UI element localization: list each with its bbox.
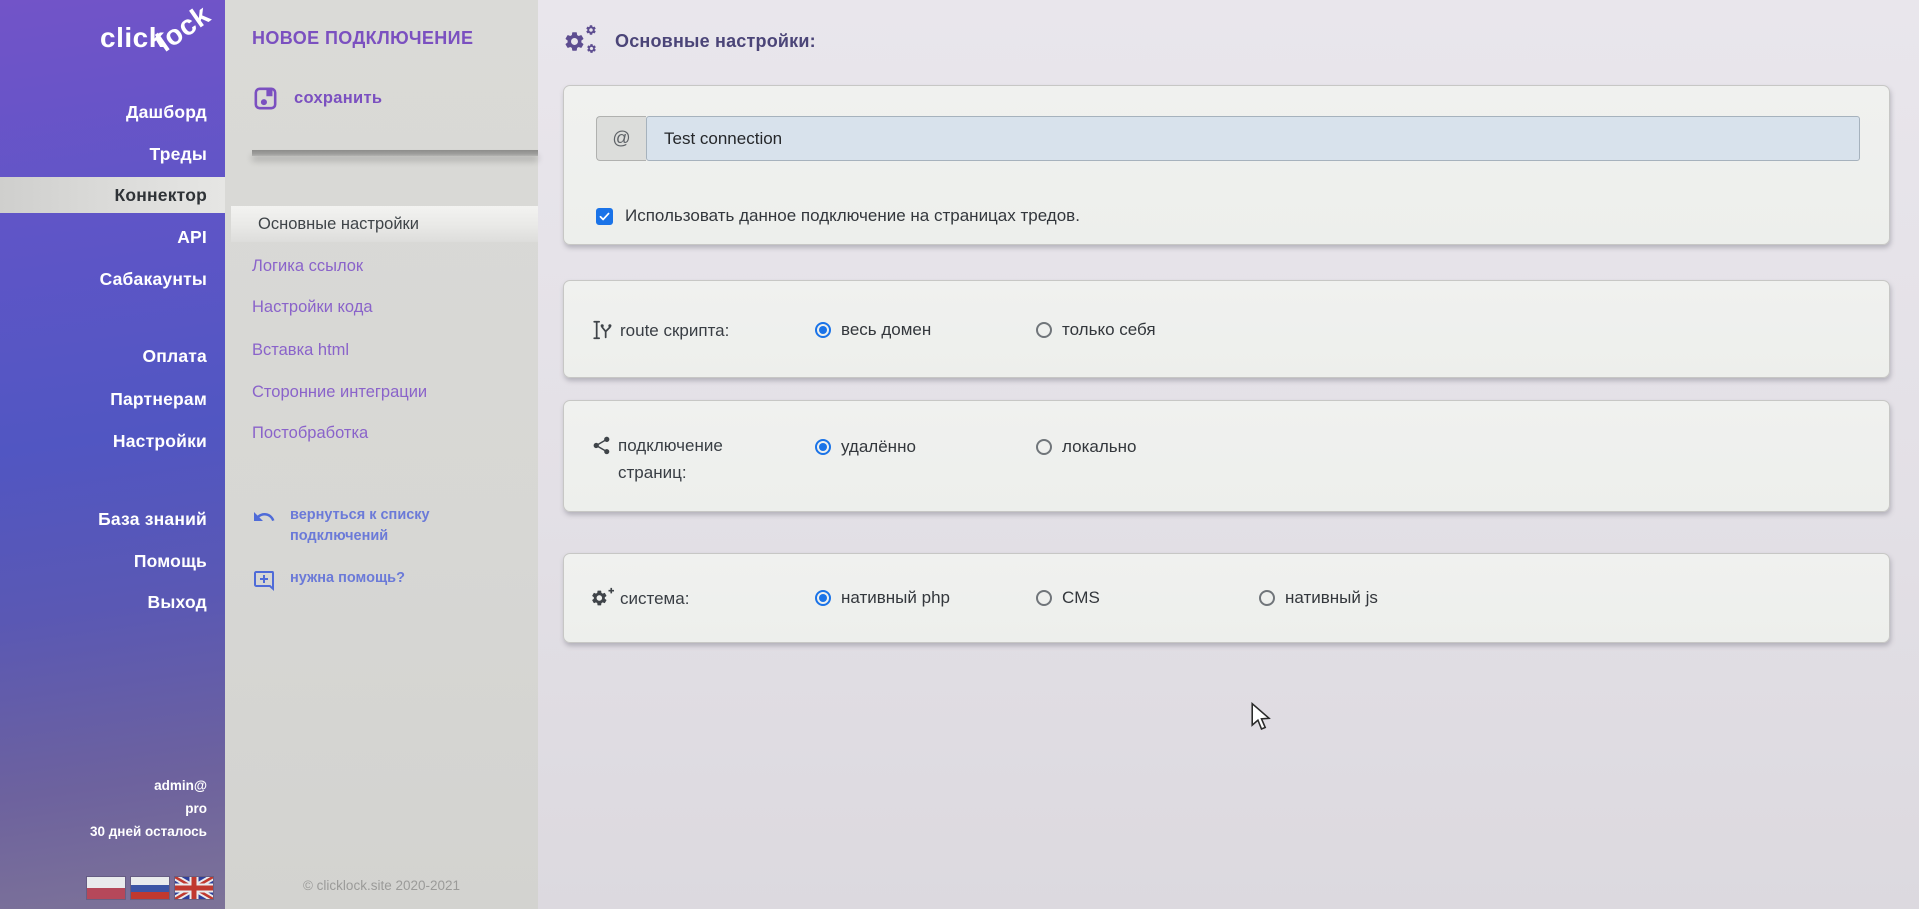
system-label: система: xyxy=(620,589,689,609)
flag-uk-icon[interactable] xyxy=(175,877,213,899)
main-content: Основные настройки: @ Использовать данно… xyxy=(538,0,1919,909)
page-connection-card: подключение страниц: удалённо локально xyxy=(563,400,1890,512)
use-on-threads-row: Использовать данное подключение на стран… xyxy=(596,206,1080,226)
account-days-left: 30 дней осталось xyxy=(90,820,207,843)
page-connection-label: подключение страниц: xyxy=(618,432,753,486)
share-icon xyxy=(591,435,612,456)
language-switcher xyxy=(87,877,213,899)
panel-tab-link-logic[interactable]: Логика ссылок xyxy=(225,248,538,284)
sidebar-item-partners[interactable]: Партнерам xyxy=(0,381,225,417)
gears-icon xyxy=(563,24,599,58)
panel-tab-third-party-integrations[interactable]: Сторонние интеграции xyxy=(225,374,538,410)
section-header: Основные настройки: xyxy=(563,24,816,58)
radio-local[interactable]: локально xyxy=(1036,437,1136,457)
save-button-label: сохранить xyxy=(294,89,382,108)
sidebar-item-dashboard[interactable]: Дашборд xyxy=(0,94,225,130)
account-info: admin@ pro 30 дней осталось xyxy=(90,774,207,843)
undo-arrow-icon xyxy=(252,505,276,529)
radio-native-php[interactable]: нативный php xyxy=(815,588,950,608)
radio-native-js[interactable]: нативный js xyxy=(1259,588,1378,608)
mouse-cursor xyxy=(1250,702,1271,732)
sidebar-item-api[interactable]: API xyxy=(0,219,225,255)
connection-panel: НОВОЕ ПОДКЛЮЧЕНИЕ сохранить Основные нас… xyxy=(225,0,538,909)
account-plan: pro xyxy=(90,797,207,820)
sidebar-item-payment[interactable]: Оплата xyxy=(0,338,225,374)
sidebar-item-connector[interactable]: Коннектор xyxy=(0,177,225,213)
connection-name-input[interactable] xyxy=(646,116,1860,161)
script-route-card: route скрипта: весь домен только себя xyxy=(563,280,1890,378)
save-button[interactable]: сохранить xyxy=(252,85,382,112)
gear-icon xyxy=(590,587,616,609)
radio-icon xyxy=(1036,439,1052,455)
panel-tab-postprocessing[interactable]: Постобработка xyxy=(225,415,538,451)
radio-icon xyxy=(1036,322,1052,338)
check-icon xyxy=(598,210,611,223)
radio-cms[interactable]: CMS xyxy=(1036,588,1100,608)
connection-name-group: @ xyxy=(596,116,1860,161)
section-title: Основные настройки: xyxy=(615,31,816,52)
radio-icon xyxy=(815,322,831,338)
help-link-label: нужна помощь? xyxy=(290,568,502,592)
sidebar-item-subaccounts[interactable]: Сабакаунты xyxy=(0,261,225,297)
route-icon xyxy=(591,319,613,341)
connection-name-card: @ Использовать данное подключение на стр… xyxy=(563,85,1890,245)
radio-icon xyxy=(815,439,831,455)
clicklock-app: clicklock Дашборд Треды Коннектор API Са… xyxy=(0,0,1919,909)
sidebar-item-settings[interactable]: Настройки xyxy=(0,423,225,459)
back-link-label: вернуться к списку подключений xyxy=(290,505,502,547)
back-to-connections-link[interactable]: вернуться к списку подключений xyxy=(252,505,502,547)
radio-icon xyxy=(1259,590,1275,606)
panel-tab-basic-settings[interactable]: Основные настройки xyxy=(231,206,538,242)
sidebar-item-threads[interactable]: Треды xyxy=(0,136,225,172)
flag-russia-icon[interactable] xyxy=(131,877,169,899)
account-email: admin@ xyxy=(90,774,207,797)
comment-plus-icon xyxy=(252,568,276,592)
need-help-link[interactable]: нужна помощь? xyxy=(252,568,502,592)
sidebar: clicklock Дашборд Треды Коннектор API Са… xyxy=(0,0,225,909)
script-route-label: route скрипта: xyxy=(620,321,729,341)
sidebar-item-help[interactable]: Помощь xyxy=(0,543,225,579)
radio-icon xyxy=(815,590,831,606)
radio-only-self[interactable]: только себя xyxy=(1036,320,1156,340)
flag-poland-icon[interactable] xyxy=(87,877,125,899)
copyright: © clicklock.site 2020-2021 xyxy=(225,878,538,893)
use-on-threads-label: Использовать данное подключение на стран… xyxy=(625,206,1080,226)
system-card: система: нативный php CMS нативный js xyxy=(563,553,1890,643)
radio-icon xyxy=(1036,590,1052,606)
radio-remote[interactable]: удалённо xyxy=(815,437,916,457)
floppy-save-icon xyxy=(252,85,279,112)
panel-title: НОВОЕ ПОДКЛЮЧЕНИЕ xyxy=(252,28,473,49)
sidebar-item-knowledge-base[interactable]: База знаний xyxy=(0,501,225,537)
panel-tab-code-settings[interactable]: Настройки кода xyxy=(225,289,538,325)
use-on-threads-checkbox[interactable] xyxy=(596,208,613,225)
clicklock-logo[interactable]: clicklock xyxy=(100,22,223,54)
radio-whole-domain[interactable]: весь домен xyxy=(815,320,931,340)
panel-tab-html-insert[interactable]: Вставка html xyxy=(225,332,538,368)
panel-divider xyxy=(252,150,538,156)
sidebar-item-logout[interactable]: Выход xyxy=(0,584,225,620)
at-prefix: @ xyxy=(596,116,646,161)
